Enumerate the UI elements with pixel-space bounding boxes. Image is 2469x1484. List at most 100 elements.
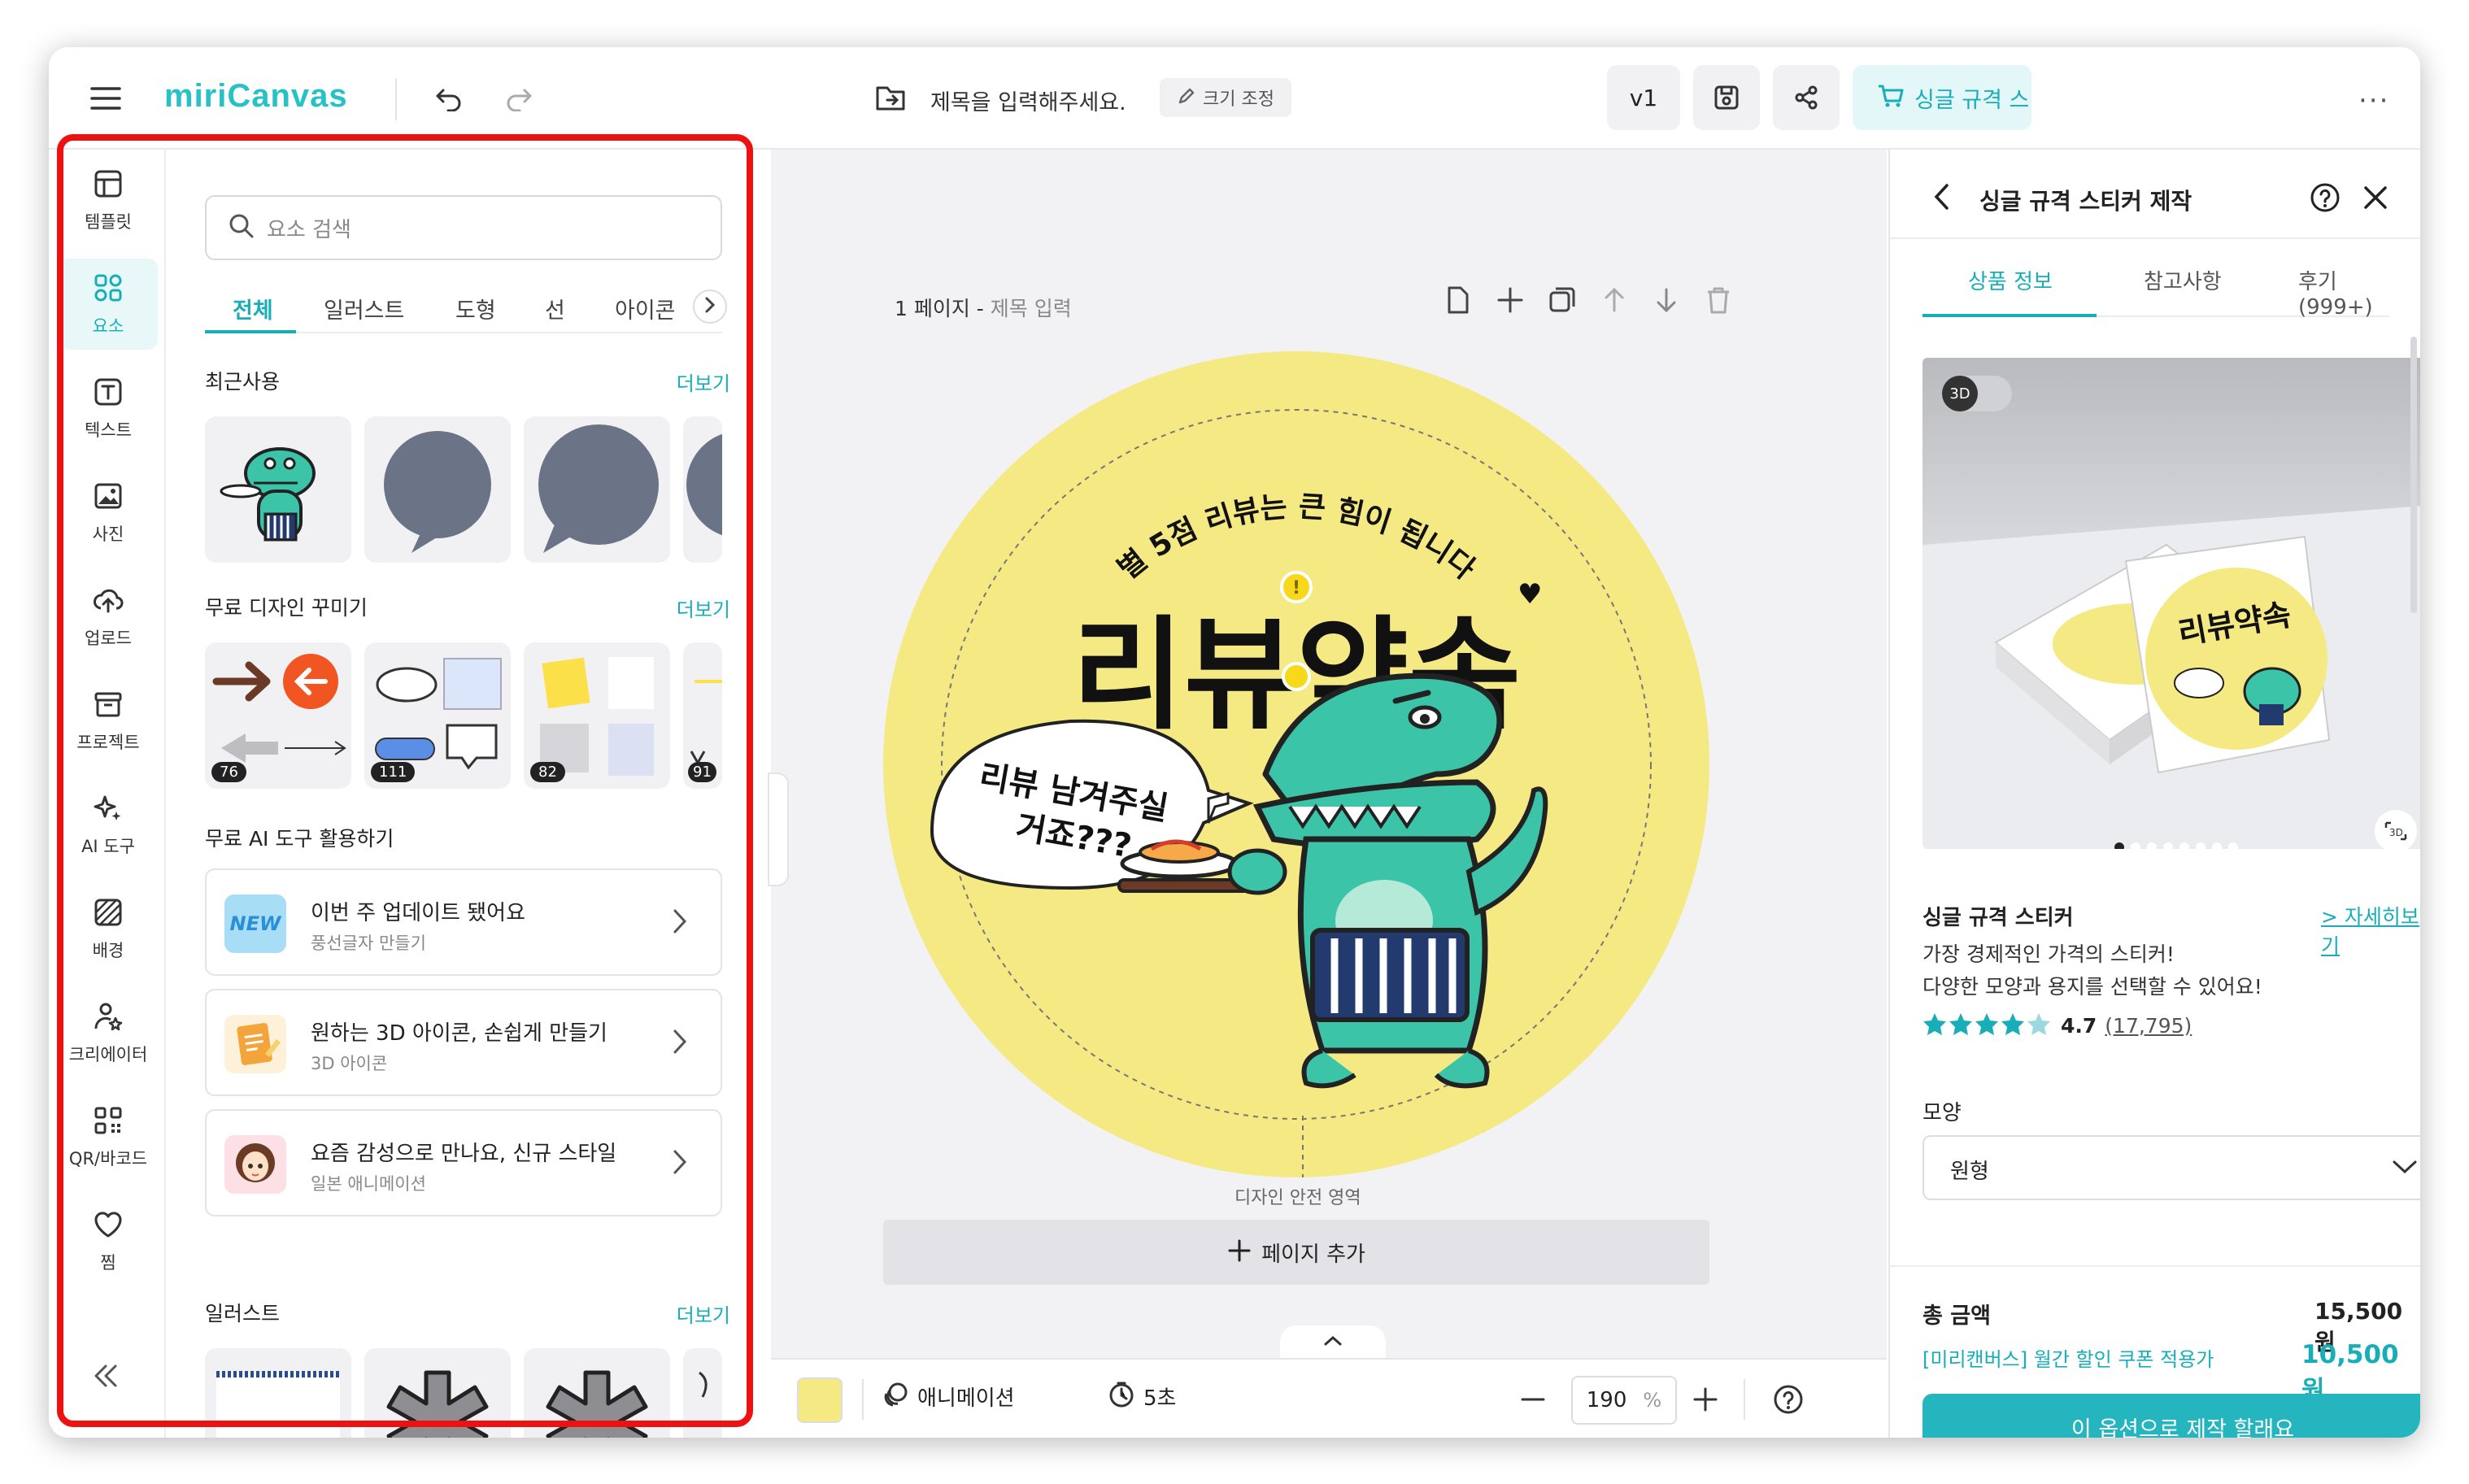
- 3d-toggle[interactable]: 3D: [1942, 376, 2012, 411]
- rail-item-text[interactable]: 텍스트: [59, 363, 158, 454]
- rail-item-elements[interactable]: 요소: [59, 259, 158, 350]
- recent-crocodile-thumb[interactable]: [205, 416, 351, 563]
- duration-button[interactable]: 5초: [1108, 1381, 1176, 1412]
- shape-select[interactable]: 원형: [1923, 1135, 2420, 1200]
- tab-shape[interactable]: 도형: [455, 293, 496, 324]
- new-page-icon[interactable]: [1443, 285, 1474, 319]
- chevron-right-icon: [672, 1148, 688, 1179]
- illust-frame-thumb[interactable]: [205, 1348, 351, 1438]
- recent-speech-bubble-thumb[interactable]: [364, 416, 511, 563]
- zoom-out-icon[interactable]: [1519, 1386, 1547, 1417]
- panel-scrollbar[interactable]: [2410, 337, 2417, 613]
- rail-item-qr[interactable]: QR/바코드: [59, 1091, 158, 1182]
- back-icon[interactable]: [1932, 182, 1952, 215]
- more-options-icon[interactable]: ···: [2358, 85, 2389, 117]
- new-badge-icon: NEW: [224, 894, 286, 953]
- cta-label: 이 옵션으로 제작 할래요: [2071, 1417, 2295, 1438]
- app-logo[interactable]: miriCanvas: [164, 78, 348, 115]
- ai-card-subtitle: 일본 애니메이션: [311, 1174, 426, 1194]
- 3d-view-icon[interactable]: 3D: [2375, 810, 2417, 849]
- recent-speech-bubble-thumb[interactable]: [524, 416, 670, 563]
- version-button[interactable]: v1: [1607, 65, 1680, 130]
- tab-all[interactable]: 전체: [233, 293, 273, 324]
- move-down-icon[interactable]: [1651, 285, 1682, 319]
- recent-shape-thumb[interactable]: [683, 416, 722, 563]
- decor-bubbles-thumb[interactable]: 111: [364, 642, 511, 789]
- folder-move-icon[interactable]: [875, 83, 906, 112]
- zoom-in-icon[interactable]: [1692, 1386, 1719, 1417]
- decor-more-thumb[interactable]: 91: [683, 642, 722, 789]
- version-label: v1: [1629, 84, 1658, 111]
- rail-item-ai-tool[interactable]: AI 도구: [59, 779, 158, 870]
- chevron-right-icon: [672, 907, 688, 938]
- detail-link[interactable]: > 자세히보기: [2321, 901, 2420, 960]
- rail-item-photo[interactable]: 사진: [59, 467, 158, 558]
- tab-reviews[interactable]: 후기 (999+): [2298, 265, 2389, 320]
- illust-more-link[interactable]: 더보기: [677, 1299, 730, 1328]
- product-desc-1: 가장 경제적인 가격의 스티커!: [1923, 942, 2175, 966]
- ai-card-subtitle: 풍선글자 만들기: [311, 933, 426, 953]
- product-desc-2: 다양한 모양과 용지를 선택할 수 있어요!: [1923, 975, 2262, 999]
- ai-tool-card[interactable]: NEW 이번 주 업데이트 됐어요 풍선글자 만들기: [205, 868, 722, 976]
- tab-icon[interactable]: 아이콘: [615, 293, 676, 324]
- add-icon[interactable]: [1495, 285, 1526, 319]
- element-search-input[interactable]: 요소 검색: [205, 195, 722, 260]
- decor-arrows-thumb[interactable]: 76: [205, 642, 351, 789]
- save-icon[interactable]: [1693, 65, 1760, 130]
- tab-line[interactable]: 선: [545, 293, 565, 324]
- page-number-label: 1 페이지 -: [895, 297, 991, 320]
- rail-item-creator[interactable]: 크리에이터: [59, 987, 158, 1078]
- menu-icon[interactable]: [86, 80, 125, 117]
- duplicate-page-icon[interactable]: [1547, 285, 1578, 319]
- move-up-icon[interactable]: [1599, 285, 1630, 319]
- help-icon[interactable]: [1773, 1384, 1804, 1418]
- heart-icon: ♥: [1518, 578, 1542, 611]
- rail-label: 프로젝트: [76, 732, 140, 752]
- page-title-input[interactable]: 제목 입력: [991, 297, 1072, 320]
- document-title-input[interactable]: 제목을 입력해주세요.: [930, 85, 1126, 116]
- shape-label: 모양: [1923, 1101, 1962, 1125]
- undo-icon[interactable]: [428, 78, 470, 120]
- tabs-next-button[interactable]: [693, 289, 727, 324]
- background-color-swatch[interactable]: [797, 1377, 843, 1423]
- expand-pages-button[interactable]: [1280, 1325, 1386, 1360]
- cart-button[interactable]: 싱글 규격 스: [1853, 65, 2031, 130]
- help-icon[interactable]: [2310, 182, 2341, 216]
- rail-item-favorite[interactable]: 찜: [59, 1195, 158, 1286]
- safe-area-label: 디자인 안전 영역: [1234, 1188, 1361, 1208]
- illust-asterisk-thumb[interactable]: [364, 1348, 511, 1438]
- decor-more-link[interactable]: 더보기: [677, 594, 730, 622]
- redo-icon[interactable]: [498, 78, 540, 120]
- review-count-link[interactable]: (17,795): [2105, 1014, 2192, 1038]
- tab-illustration[interactable]: 일러스트: [324, 293, 404, 324]
- create-with-option-button[interactable]: 이 옵션으로 제작 할래요: [1923, 1394, 2420, 1438]
- coupon-label: [미리캔버스] 월간 할인 쿠폰 적용가: [1923, 1348, 2214, 1371]
- decor-memo-thumb[interactable]: 82: [524, 642, 670, 789]
- rail-item-upload[interactable]: 업로드: [59, 571, 158, 662]
- ai-section-title: 무료 AI 도구 활용하기: [205, 827, 394, 851]
- animation-icon: [882, 1381, 909, 1412]
- rail-item-background[interactable]: 배경: [59, 883, 158, 974]
- carousel-dots[interactable]: [2114, 842, 2238, 849]
- close-icon[interactable]: [2362, 184, 2389, 215]
- collapse-panel-icon[interactable]: [89, 1361, 122, 1394]
- tab-product-info[interactable]: 상품 정보: [1968, 265, 2053, 295]
- delete-page-icon[interactable]: [1703, 285, 1734, 319]
- zoom-input[interactable]: 190 %: [1571, 1376, 1677, 1425]
- ai-tool-card[interactable]: 원하는 3D 아이콘, 손쉽게 만들기 3D 아이콘: [205, 989, 722, 1096]
- illust-more-thumb[interactable]: [683, 1348, 722, 1438]
- recent-more-link[interactable]: 더보기: [677, 368, 730, 396]
- tab-notes[interactable]: 참고사항: [2144, 265, 2222, 295]
- panel-resize-handle[interactable]: [768, 772, 789, 886]
- total-label: 총 금액: [1923, 1303, 1991, 1329]
- rail-item-project[interactable]: 프로젝트: [59, 675, 158, 766]
- resize-button[interactable]: 크기 조정: [1160, 78, 1291, 117]
- design-page[interactable]: 별 5점 리뷰는 큰 힘이 됩니다 ♥ ! 리뷰약속 리뷰 남겨주실 거죠???: [883, 351, 1709, 1177]
- ai-tool-card[interactable]: 요즘 감성으로 만나요, 신규 스타일 일본 애니메이션: [205, 1109, 722, 1216]
- share-icon[interactable]: [1773, 65, 1840, 130]
- rail-label: 사진: [92, 524, 124, 544]
- add-page-button[interactable]: 페이지 추가: [883, 1220, 1709, 1285]
- illust-asterisk-thumb[interactable]: [524, 1348, 670, 1438]
- animation-button[interactable]: 애니메이션: [882, 1381, 1015, 1412]
- rail-item-template[interactable]: 템플릿: [59, 154, 158, 246]
